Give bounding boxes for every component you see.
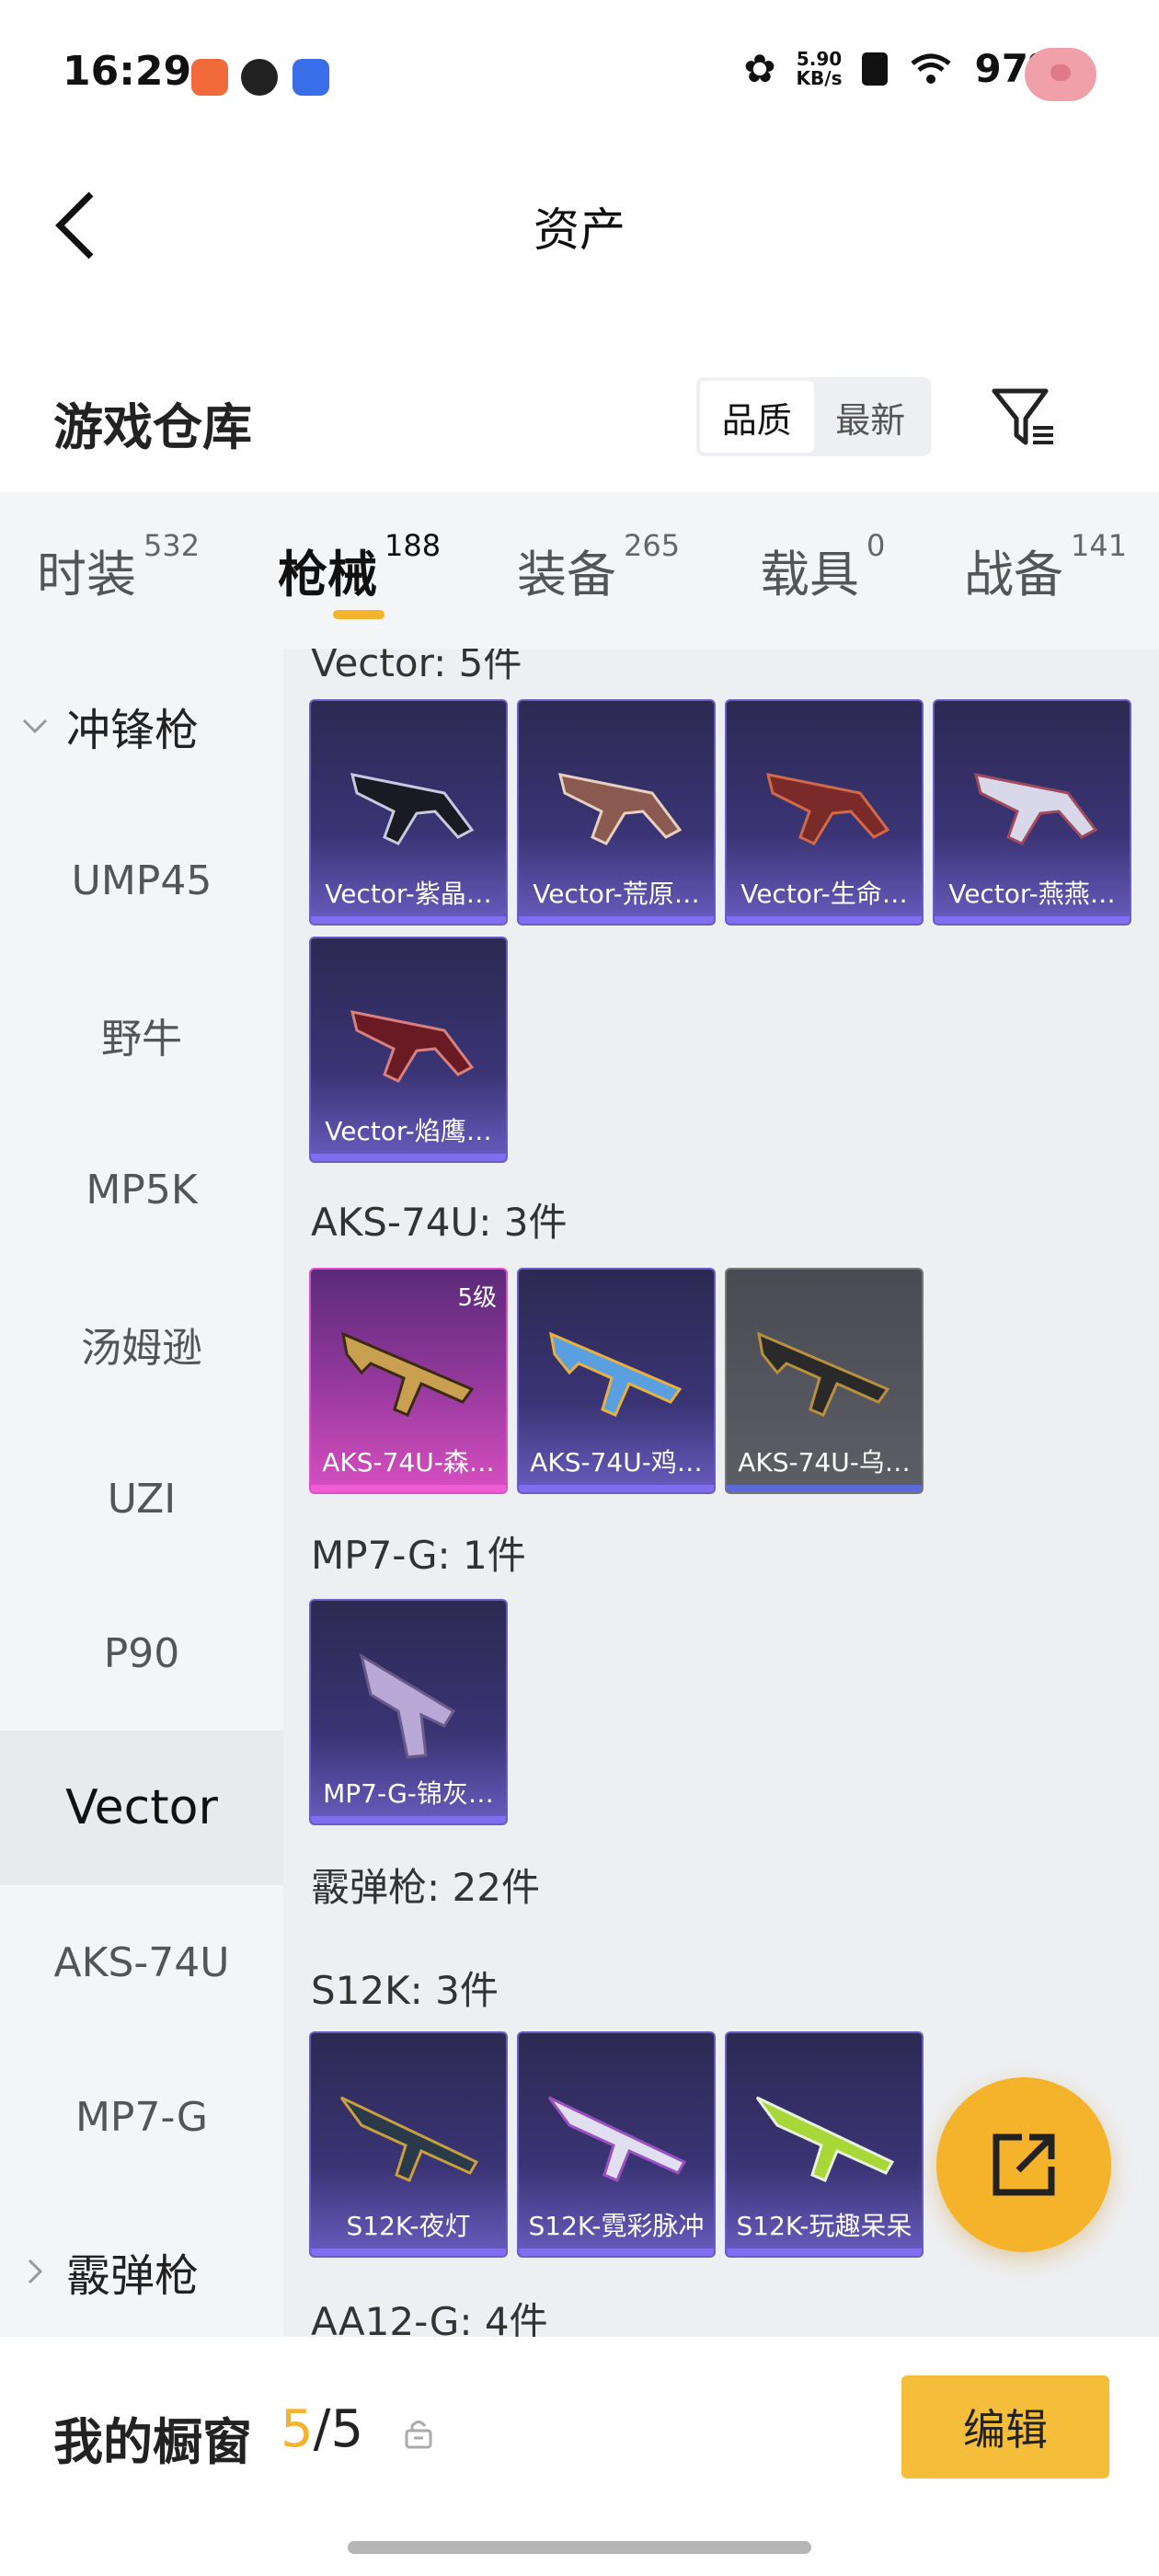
sidebar-item-bison[interactable]: 野牛 [0,958,283,1112]
tab-equipment[interactable]: 装备 265 [517,528,680,606]
filter-button[interactable] [989,382,1062,455]
warehouse-title: 游戏仓库 [53,398,252,456]
app-notification-icon [241,59,278,96]
tab-vehicles[interactable]: 载具 0 [760,528,885,606]
aks74u-gun-icon [549,1331,683,1417]
sort-newest-button[interactable]: 最新 [814,381,928,453]
edit-button[interactable]: 编辑 [901,2375,1109,2478]
section-title-vector: Vector: 5件 [311,649,522,685]
s12k-gun-icon [339,2096,479,2182]
s12k-gun-icon [755,2096,895,2182]
home-indicator[interactable] [348,2541,811,2554]
weapon-card[interactable]: AKS-74U-鸡… [517,1268,716,1494]
vector-gun-icon [350,773,475,845]
weapon-card[interactable]: Vector-燕燕… [933,699,1131,926]
showcase-count: 5/5 [281,2399,364,2459]
sidebar-item-mp7g[interactable]: MP7-G [0,2040,283,2194]
vector-gun-icon [973,773,1098,845]
section-title-shotgun: 霰弹枪: 22件 [311,1865,540,1910]
sidebar-item-mp5k[interactable]: MP5K [0,1112,283,1267]
mp7g-gun-icon [359,1652,456,1759]
aks74u-gun-icon [757,1331,890,1417]
weapon-card[interactable]: Vector-生命… [725,699,924,926]
app-header: 资产 [0,152,1159,299]
vector-gun-icon [765,773,890,845]
weapon-card[interactable]: Vector-紫晶… [309,699,508,926]
section-title-s12k: S12K: 3件 [311,1968,499,2013]
weapon-card[interactable]: S12K-霓彩脉冲 [517,2031,716,2258]
sidebar-item-uzi[interactable]: UZI [0,1421,283,1576]
tab-fashion[interactable]: 时装 532 [37,528,200,606]
vector-gun-icon [557,773,683,845]
wifi-icon [911,53,952,84]
sidebar-group-shotgun[interactable]: 霰弹枪 [0,2194,283,2349]
status-indicators: ✿ 5.90 KB/s 97% [743,46,1067,91]
weapon-card[interactable]: AKS-74U-乌… [725,1268,924,1494]
section-title-aks74u: AKS-74U: 3件 [311,1200,568,1245]
status-bar: 16:29 ✿ 5.90 KB/s 97% [0,0,1159,152]
network-speed: 5.90 KB/s [796,47,843,89]
sidebar-item-ump45[interactable]: UMP45 [0,803,283,958]
active-tab-indicator [333,610,384,619]
weapon-card[interactable]: Vector-荒原… [517,699,716,926]
app-notification-icon [191,59,228,96]
s12k-gun-icon [547,2096,687,2182]
share-button[interactable] [936,2077,1111,2252]
lock-icon [405,2421,432,2449]
weapon-sidebar: 冲锋枪 UMP45 野牛 MP5K 汤姆逊 UZI P90 Vector AKS… [0,649,283,2337]
category-tabs: 时装 532 枪械 188 装备 265 载具 0 战备 141 [0,492,1159,649]
weapon-card[interactable]: MP7-G-锦灰… [309,1599,508,1825]
share-icon [993,2133,1055,2196]
weapon-card[interactable]: S12K-玩趣呆呆 [725,2031,924,2258]
app-notification-icon [293,59,329,96]
weapon-card[interactable]: Vector-焰鹰… [309,937,508,1163]
page-title: 资产 [534,203,625,257]
tab-combat-gear[interactable]: 战备 141 [964,528,1127,606]
sidebar-item-p90[interactable]: P90 [0,1576,283,1731]
vector-gun-icon [350,1010,475,1083]
pig-icon [1025,48,1096,101]
tab-guns[interactable]: 枪械 188 [278,528,441,606]
sort-toggle: 品质 最新 [696,377,931,456]
sort-quality-button[interactable]: 品质 [700,381,814,453]
chevron-right-icon [28,2259,43,2284]
warehouse-header: 游戏仓库 品质 最新 [0,359,1159,478]
sidebar-group-smg[interactable]: 冲锋枪 [0,649,283,803]
sidebar-item-vector[interactable]: Vector [0,1731,283,1885]
weapon-card[interactable]: 5级 AKS-74U-森… [309,1268,508,1494]
chevron-down-icon [22,719,48,734]
weapon-card[interactable]: S12K-夜灯 [309,2031,508,2258]
showcase-bar: 我的橱窗 5/5 编辑 [0,2337,1159,2576]
sidebar-item-thompson[interactable]: 汤姆逊 [0,1267,283,1421]
section-title-mp7g: MP7-G: 1件 [311,1533,526,1578]
sim-off-icon [862,52,889,86]
status-time: 16:29 [63,48,192,95]
aks74u-gun-icon [341,1331,475,1417]
flower-icon: ✿ [743,46,776,91]
showcase-title: 我的橱窗 [53,2413,252,2471]
section-title-aa12g: AA12-G: 4件 [311,2299,548,2337]
filter-icon [992,388,1053,445]
sidebar-item-aks74u[interactable]: AKS-74U [0,1885,283,2040]
